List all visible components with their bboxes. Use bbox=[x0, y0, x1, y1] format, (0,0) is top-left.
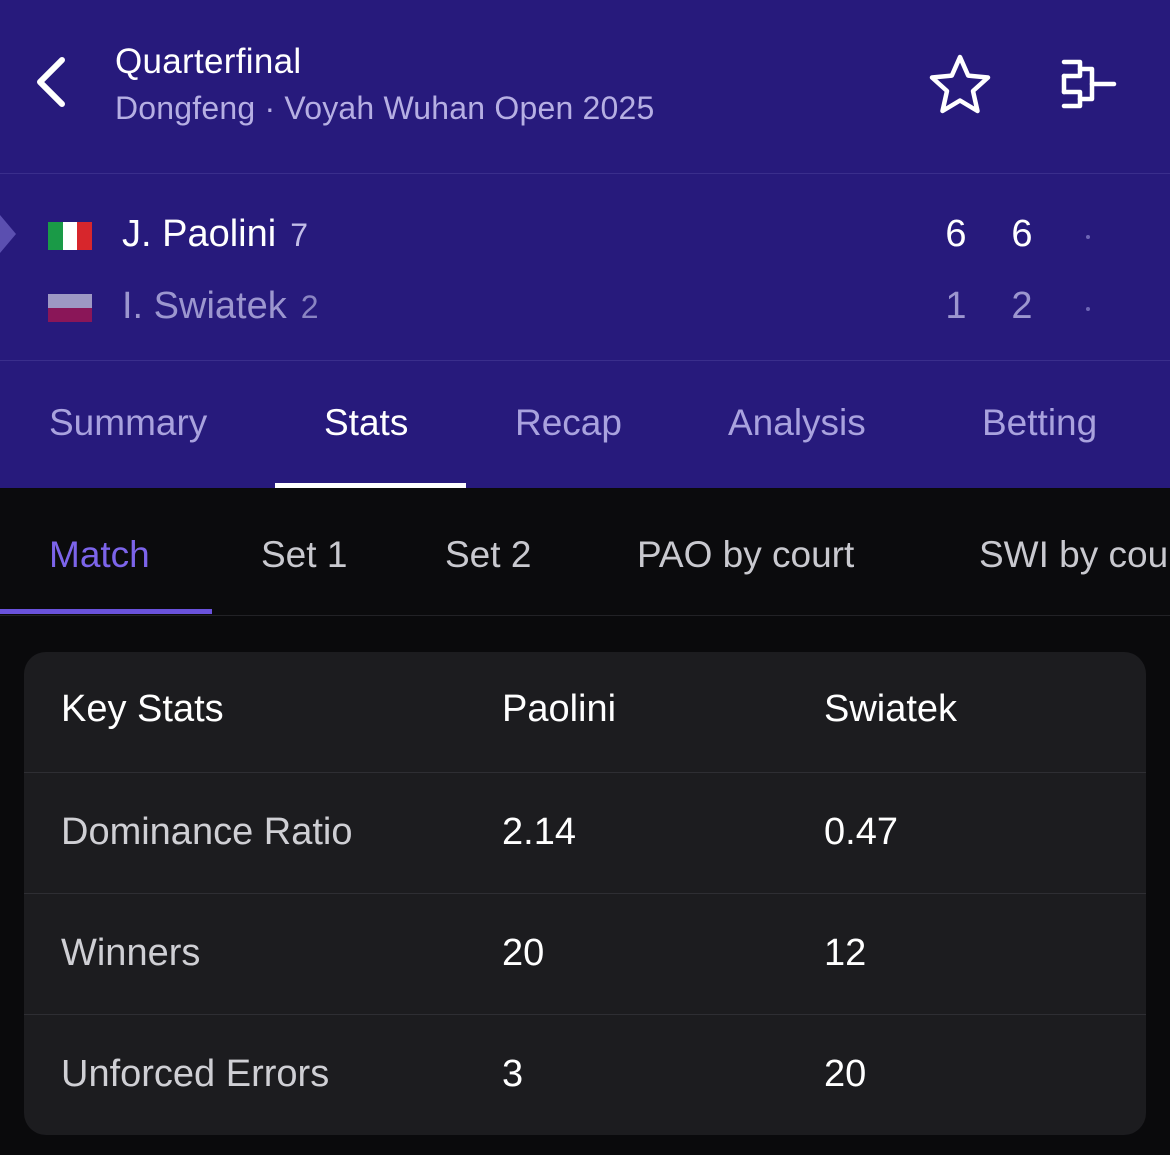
column-header: Swiatek bbox=[824, 688, 958, 730]
game-dot bbox=[1086, 235, 1090, 239]
player-seed: 2 bbox=[300, 289, 319, 325]
set-score: 6 bbox=[945, 213, 967, 255]
subtab-set-1[interactable]: Set 1 bbox=[261, 534, 347, 576]
stat-value: 20 bbox=[502, 932, 545, 974]
scoreboard: J. Paolini 7 6 6 I. Swiatek 2 1 2 bbox=[0, 175, 1170, 361]
poland-flag-icon bbox=[48, 294, 92, 322]
table-row: Unforced Errors 3 20 bbox=[24, 1015, 1146, 1135]
column-header: Key Stats bbox=[61, 688, 224, 730]
tab-summary[interactable]: Summary bbox=[49, 402, 207, 444]
table-header: Key Stats Paolini Swiatek bbox=[24, 652, 1146, 773]
key-stats-table: Key Stats Paolini Swiatek Dominance Rati… bbox=[24, 652, 1146, 1135]
player-name: J. Paolini 7 bbox=[122, 213, 308, 256]
match-header: Quarterfinal Dongfeng · Voyah Wuhan Open… bbox=[0, 0, 1170, 488]
stat-value: 12 bbox=[824, 932, 867, 974]
chevron-left-icon bbox=[37, 57, 65, 107]
stat-value: 0.47 bbox=[824, 811, 898, 853]
set-score: 2 bbox=[1011, 285, 1033, 327]
favorite-button[interactable] bbox=[926, 50, 994, 118]
set-score: 6 bbox=[1011, 213, 1033, 255]
tab-stats[interactable]: Stats bbox=[324, 402, 408, 444]
stat-value: 3 bbox=[502, 1053, 524, 1095]
game-dot bbox=[1086, 307, 1090, 311]
set-score: 1 bbox=[945, 285, 967, 327]
stats-subtabs: Match Set 1 Set 2 PAO by court SWI by co… bbox=[0, 489, 1170, 616]
italy-flag-icon bbox=[48, 222, 92, 250]
player-row: J. Paolini 7 6 6 bbox=[0, 205, 1170, 265]
table-row: Winners 20 12 bbox=[24, 894, 1146, 1015]
player-name: I. Swiatek 2 bbox=[122, 285, 319, 328]
subtab-pao-by-court[interactable]: PAO by court bbox=[637, 534, 854, 576]
draw-bracket-button[interactable] bbox=[1054, 50, 1122, 118]
page-title: Quarterfinal bbox=[115, 42, 302, 81]
star-icon bbox=[929, 54, 991, 114]
subtab-swi-by-court[interactable]: SWI by court bbox=[979, 534, 1170, 576]
active-tab-indicator bbox=[275, 483, 466, 488]
stat-label: Winners bbox=[61, 932, 201, 974]
stat-value: 2.14 bbox=[502, 811, 576, 853]
back-button[interactable] bbox=[28, 52, 72, 112]
column-header: Paolini bbox=[502, 688, 617, 730]
tournament-name: Dongfeng · Voyah Wuhan Open 2025 bbox=[115, 90, 655, 126]
tab-analysis[interactable]: Analysis bbox=[728, 402, 866, 444]
subtab-match[interactable]: Match bbox=[49, 534, 150, 576]
tab-recap[interactable]: Recap bbox=[515, 402, 622, 444]
active-subtab-indicator bbox=[0, 609, 212, 614]
stat-label: Unforced Errors bbox=[61, 1053, 330, 1095]
top-bar: Quarterfinal Dongfeng · Voyah Wuhan Open… bbox=[0, 0, 1170, 174]
player-name-text: J. Paolini bbox=[122, 213, 277, 255]
main-tabs: Summary Stats Recap Analysis Betting bbox=[0, 362, 1170, 488]
bracket-icon bbox=[1061, 59, 1117, 109]
subtab-set-2[interactable]: Set 2 bbox=[445, 534, 531, 576]
player-seed: 7 bbox=[290, 217, 308, 253]
table-row: Dominance Ratio 2.14 0.47 bbox=[24, 773, 1146, 894]
player-row: I. Swiatek 2 1 2 bbox=[0, 277, 1170, 337]
match-screen: Quarterfinal Dongfeng · Voyah Wuhan Open… bbox=[0, 0, 1170, 1155]
stat-value: 20 bbox=[824, 1053, 867, 1095]
stat-label: Dominance Ratio bbox=[61, 811, 353, 853]
tab-betting[interactable]: Betting bbox=[982, 402, 1097, 444]
player-name-text: I. Swiatek bbox=[122, 285, 287, 327]
